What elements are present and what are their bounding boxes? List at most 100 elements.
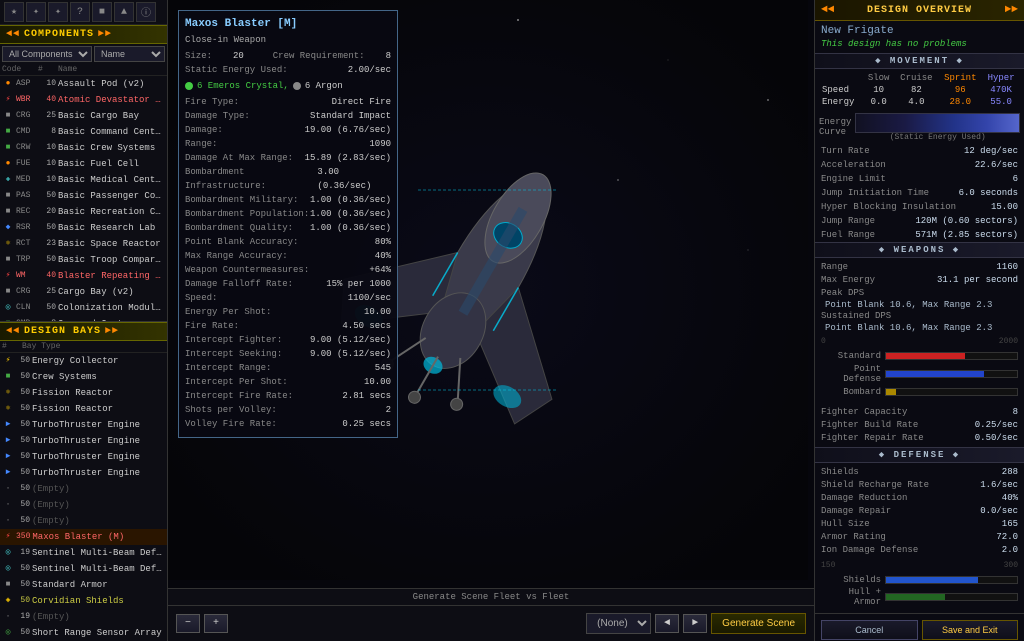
- arrows-left-icon: ◄◄: [6, 29, 20, 40]
- save-exit-button[interactable]: Save and Exit: [922, 620, 1019, 640]
- generate-fleet-bar[interactable]: Generate Scene Fleet vs Fleet: [168, 588, 814, 605]
- component-list[interactable]: ● ASP 10 Assault Pod (v2) ⚡ WBR 40 Atomi…: [0, 76, 167, 321]
- name-filter-dropdown[interactable]: Name: [94, 46, 165, 62]
- shields-bar-container: [885, 576, 1018, 584]
- header-icon-diamond2[interactable]: ✦: [48, 2, 68, 22]
- accel-row: Acceleration 22.6/sec: [815, 158, 1024, 172]
- speed-row: Speed 10 82 96 470K: [819, 84, 1020, 96]
- list-item[interactable]: ■ 50 Standard Armor: [0, 577, 167, 593]
- list-item[interactable]: ◎ CLN 50 Colonization Module (v2): [0, 300, 167, 316]
- tooltip-fire-type: Fire Type: Direct Fire: [185, 95, 391, 109]
- bay-icon: ·: [2, 515, 14, 527]
- bay-icon: ·: [2, 611, 14, 623]
- bay-icon: ■: [2, 371, 14, 383]
- design-bays-section: ◄◄ DESIGN BAYS ►► # Bay Type ⚡ 50 Energy…: [0, 321, 167, 641]
- armor-rating-row: Armor Rating 72.0: [821, 531, 1018, 544]
- comp-icon: ■: [2, 110, 14, 122]
- list-item[interactable]: ► 50 TurboThruster Engine: [0, 417, 167, 433]
- cancel-button[interactable]: Cancel: [821, 620, 918, 640]
- hull-armor-bar: [886, 594, 945, 600]
- filter-row: All Components Name: [0, 44, 167, 64]
- list-item[interactable]: · 50 (Empty): [0, 481, 167, 497]
- gem-gray-icon: [293, 82, 301, 90]
- list-item[interactable]: ► 50 TurboThruster Engine: [0, 465, 167, 481]
- list-item[interactable]: ■ PAS 50 Basic Passenger Compar: [0, 188, 167, 204]
- tooltip-resource-1: 6 Emeros Crystal, 6 Argon: [185, 79, 391, 93]
- tooltip-range: Range: 1090: [185, 137, 391, 151]
- header-icon-help[interactable]: ?: [70, 2, 90, 22]
- comp-icon: ●: [2, 158, 14, 170]
- list-item[interactable]: ⚛ 50 Fission Reactor: [0, 385, 167, 401]
- list-item[interactable]: ■ CRG 25 Cargo Bay (v2): [0, 284, 167, 300]
- fighter-repair-row: Fighter Repair Rate 0.50/sec: [821, 432, 1018, 445]
- comp-icon: ■: [2, 190, 14, 202]
- list-item[interactable]: · 50 (Empty): [0, 497, 167, 513]
- design-bays-header: ◄◄ DESIGN BAYS ►►: [0, 322, 167, 341]
- header-icon-square[interactable]: ■: [92, 2, 112, 22]
- ship-image-area: Maxos Blaster [M] Close-in Weapon Size: …: [168, 0, 814, 641]
- comp-icon: ◆: [2, 222, 14, 234]
- bay-icon: ■: [2, 579, 14, 591]
- list-item[interactable]: ⚡ 50 Energy Collector: [0, 353, 167, 369]
- comp-icon: ⚛: [2, 238, 14, 250]
- list-item[interactable]: ⚡ WBR 40 Atomic Devastator [M]: [0, 92, 167, 108]
- list-item[interactable]: ◈ 50 Corvidian Shields: [0, 593, 167, 609]
- list-item[interactable]: ■ TRP 50 Basic Troop Compartme: [0, 252, 167, 268]
- gem-green-icon: [185, 82, 193, 90]
- header-icon-info[interactable]: ⓘ: [136, 2, 156, 22]
- bay-icon: ◎: [2, 563, 14, 575]
- component-list-header: Code # Name: [0, 64, 167, 76]
- point-defense-bar-container: [885, 370, 1018, 378]
- list-item[interactable]: ■ REC 20 Basic Recreation Center: [0, 204, 167, 220]
- bottom-action-bar: − + (None) ◄ ► Generate Scene: [168, 605, 814, 641]
- tooltip-intercept-per-shot: Intercept Per Shot: 10.00: [185, 375, 391, 389]
- generate-scene-button[interactable]: Generate Scene: [711, 613, 806, 634]
- shields-bar-row: Shields: [821, 575, 1018, 585]
- bay-list[interactable]: ⚡ 50 Energy Collector ■ 50 Crew Systems …: [0, 353, 167, 641]
- list-item[interactable]: ■ CRW 10 Basic Crew Systems: [0, 140, 167, 156]
- list-item[interactable]: ◆ RSR 50 Basic Research Lab: [0, 220, 167, 236]
- tooltip-max-range: Damage At Max Range: 15.89 (2.83/sec): [185, 151, 391, 165]
- components-title: COMPONENTS: [24, 29, 94, 40]
- header-icons-row: ★ ✦ ✦ ? ■ ▲ ⓘ: [0, 0, 167, 25]
- bay-icon: ·: [2, 499, 14, 511]
- list-item[interactable]: ◎ 50 Short Range Sensor Array: [0, 625, 167, 641]
- list-item[interactable]: ● ASP 10 Assault Pod (v2): [0, 76, 167, 92]
- list-item[interactable]: ⚡ 350 Maxos Blaster (M): [0, 529, 167, 545]
- list-item[interactable]: ⚡ WM 40 Blaster Repeating Blaste: [0, 268, 167, 284]
- jump-init-row: Jump Initiation Time 6.0 seconds: [815, 186, 1024, 200]
- jump-range-row: Jump Range 120M (0.60 sectors): [815, 214, 1024, 228]
- header-icon-diamond1[interactable]: ✦: [26, 2, 46, 22]
- list-item[interactable]: ► 50 TurboThruster Engine: [0, 433, 167, 449]
- list-item[interactable]: ■ CMD 8 Basic Command Center: [0, 124, 167, 140]
- standard-bar-row: Standard: [821, 351, 1018, 361]
- arrow-right-button[interactable]: ►: [683, 614, 707, 633]
- list-item[interactable]: ► 50 TurboThruster Engine: [0, 449, 167, 465]
- tooltip-static-energy: Static Energy Used: 2.00/sec: [185, 63, 391, 77]
- comp-icon: ■: [2, 126, 14, 138]
- list-item[interactable]: ● FUE 10 Basic Fuel Cell: [0, 156, 167, 172]
- zoom-out-button[interactable]: −: [176, 614, 200, 633]
- tooltip-max-acc: Max Range Accuracy: 40%: [185, 249, 391, 263]
- none-dropdown[interactable]: (None): [586, 613, 651, 634]
- zoom-in-button[interactable]: +: [204, 614, 228, 633]
- list-item[interactable]: ◎ 50 Sentinel Multi-Beam Defen: [0, 561, 167, 577]
- list-item[interactable]: · 50 (Empty): [0, 513, 167, 529]
- header-icon-star[interactable]: ★: [4, 2, 24, 22]
- list-item[interactable]: · 19 (Empty): [0, 609, 167, 625]
- list-item[interactable]: ◎ 19 Sentinel Multi-Beam Defen: [0, 545, 167, 561]
- comp-icon: ✚: [2, 174, 14, 186]
- list-item[interactable]: ✚ MED 10 Basic Medical Center: [0, 172, 167, 188]
- no-problems-status: This design has no problems: [815, 38, 1024, 53]
- components-header: ◄◄ COMPONENTS ►►: [0, 25, 167, 44]
- max-energy-row: Max Energy 31.1 per second: [821, 274, 1018, 287]
- arrow-left-button[interactable]: ◄: [655, 614, 679, 633]
- list-item[interactable]: ⚛ 50 Fission Reactor: [0, 401, 167, 417]
- header-icon-triangle[interactable]: ▲: [114, 2, 134, 22]
- list-item[interactable]: ■ 50 Crew Systems: [0, 369, 167, 385]
- all-components-dropdown[interactable]: All Components: [2, 46, 92, 62]
- list-item[interactable]: ■ CRG 25 Basic Cargo Bay: [0, 108, 167, 124]
- list-item[interactable]: ⚛ RCT 23 Basic Space Reactor: [0, 236, 167, 252]
- movement-table: Slow Cruise Sprint Hyper Speed 10 82 96 …: [819, 72, 1020, 108]
- damage-reduction-row: Damage Reduction 40%: [821, 492, 1018, 505]
